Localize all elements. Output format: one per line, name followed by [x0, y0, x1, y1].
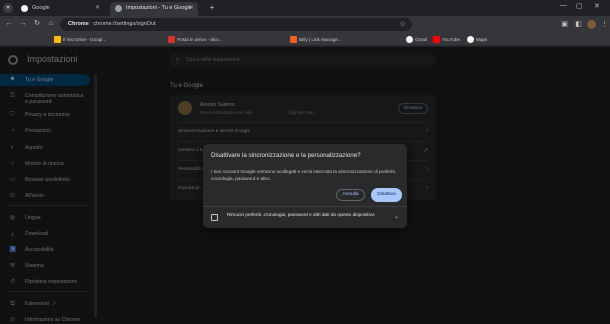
google-icon [406, 36, 413, 43]
google-icon [21, 5, 28, 12]
drive-icon [54, 36, 61, 43]
dialog-divider [203, 206, 407, 207]
cancel-button[interactable]: Annulla [336, 189, 365, 201]
remove-data-label: Rimuovi preferiti, cronologia, password … [227, 212, 375, 217]
tab-label: Google [32, 5, 50, 11]
bitly-icon [290, 36, 297, 43]
bookmark-mail[interactable]: Posta in arrivo - alco... [168, 35, 223, 44]
bookmark-label: Posta in arrivo - alco... [177, 37, 223, 42]
dialog-body: I tuoi Account Google verranno scollegat… [211, 169, 396, 181]
bookmark-label: Bitly | Link Manage... [299, 37, 342, 42]
turn-off-button[interactable]: Disattiva [371, 188, 402, 202]
tab-settings[interactable]: Impostazioni - Tu e Google ✕ [110, 2, 198, 16]
address-bar[interactable]: Chrome chrome://settings/signOut ☆ [60, 18, 412, 31]
bookmark-bitly[interactable]: Bitly | Link Manage... [290, 35, 342, 44]
back-icon[interactable]: ← [4, 19, 14, 29]
gear-icon [115, 5, 122, 12]
mail-icon [168, 36, 175, 43]
tab-google[interactable]: Google ✕ [16, 2, 104, 16]
minimize-icon[interactable]: — [560, 2, 567, 9]
new-tab-button[interactable]: + [207, 3, 217, 13]
bookmark-gmail[interactable]: Gmail [406, 35, 427, 44]
bookmark-youtube[interactable]: YouTube [433, 35, 460, 44]
extensions-icon[interactable]: ▣ [560, 20, 569, 29]
close-tab-icon[interactable]: ✕ [95, 2, 100, 14]
bookmarks-bar: Il mio Drive - Googl... Posta in arrivo … [0, 33, 610, 46]
chevron-down-icon[interactable]: ⌄ [394, 213, 399, 220]
chrome-chip: Chrome [68, 21, 89, 27]
profile-avatar[interactable] [587, 20, 596, 29]
forward-icon[interactable]: → [18, 19, 28, 29]
tab-strip: ▾ Google ✕ Impostazioni - Tu e Google ✕ … [0, 0, 610, 16]
bookmark-label: Maps [476, 37, 488, 42]
google-icon [467, 36, 474, 43]
close-window-icon[interactable]: ✕ [594, 2, 600, 10]
maximize-icon[interactable]: ▢ [576, 2, 583, 10]
remove-data-checkbox[interactable] [211, 214, 218, 221]
tab-search-button[interactable]: ▾ [3, 3, 13, 13]
turn-off-sync-dialog: Disattivare la sincronizzazione e la per… [203, 144, 407, 228]
bookmark-star-icon[interactable]: ☆ [400, 18, 406, 31]
dialog-title: Disattivare la sincronizzazione e la per… [211, 152, 361, 159]
bookmark-drive[interactable]: Il mio Drive - Googl... [54, 35, 106, 44]
home-icon[interactable]: ⌂ [46, 19, 56, 29]
bookmark-label: Gmail [415, 37, 427, 42]
bookmark-label: YouTube [442, 37, 461, 42]
bookmark-maps[interactable]: Maps [467, 35, 487, 44]
bookmark-label: Il mio Drive - Googl... [63, 37, 107, 42]
reload-icon[interactable]: ↻ [32, 19, 42, 29]
browser-toolbar: ← → ↻ ⌂ Chrome chrome://settings/signOut… [0, 16, 610, 33]
tab-label: Impostazioni - Tu e Google [126, 5, 192, 11]
side-panel-icon[interactable]: ◧ [574, 20, 583, 29]
menu-icon[interactable]: ⋮ [600, 20, 609, 29]
youtube-icon [433, 36, 440, 43]
address-url: chrome://settings/signOut [93, 21, 156, 27]
close-tab-icon[interactable]: ✕ [189, 2, 194, 14]
